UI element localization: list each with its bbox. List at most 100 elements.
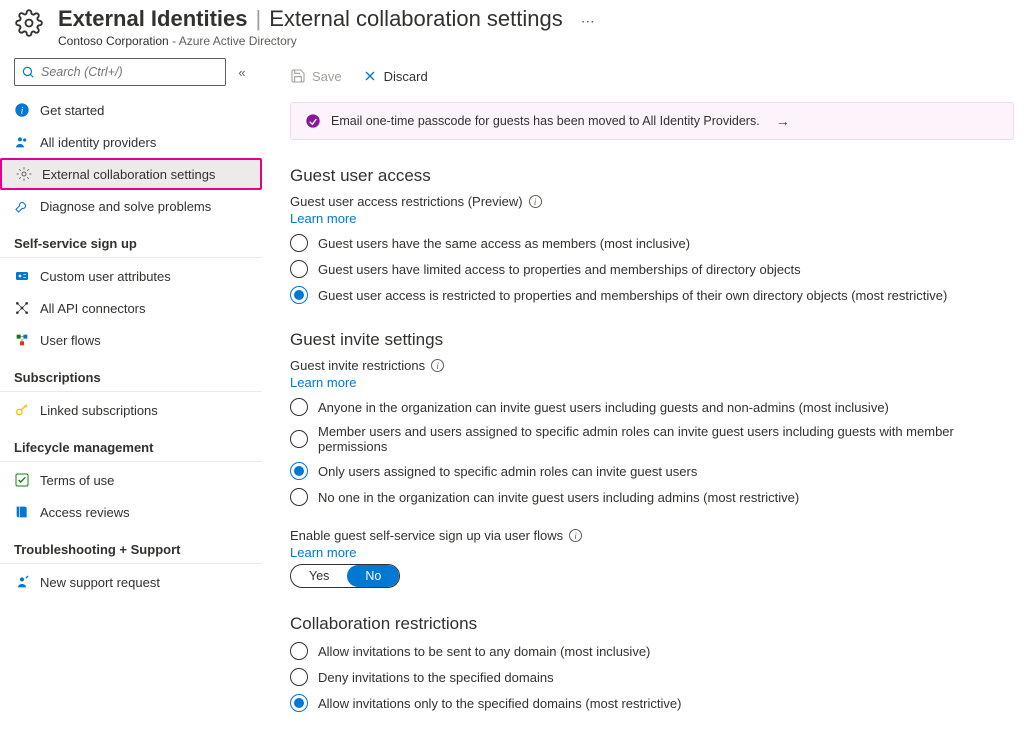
radio-label: Only users assigned to specific admin ro… <box>318 464 697 479</box>
sidebar-item-label: Terms of use <box>40 473 114 488</box>
pin-icon <box>305 113 321 129</box>
radio-label: Anyone in the organization can invite gu… <box>318 400 889 415</box>
radio-icon <box>290 398 308 416</box>
sidebar-item[interactable]: All API connectors <box>0 292 262 324</box>
radio-icon <box>290 462 308 480</box>
sidebar-item-label: External collaboration settings <box>42 167 215 182</box>
discard-button[interactable]: Discard <box>362 68 428 84</box>
banner-text: Email one-time passcode for guests has b… <box>331 114 760 128</box>
save-icon <box>290 68 306 84</box>
sidebar-item-label: Diagnose and solve problems <box>40 199 211 214</box>
info-icon[interactable]: i <box>569 529 582 542</box>
svg-text:i: i <box>21 106 24 116</box>
sidebar-section-header: Subscriptions <box>0 356 262 392</box>
guest-access-option[interactable]: Guest users have limited access to prope… <box>290 260 1014 278</box>
sidebar: « i Get started All identity providers Exte… <box>0 58 262 740</box>
guest-access-option[interactable]: Guest user access is restricted to prope… <box>290 286 1014 304</box>
page-title-sub: External collaboration settings <box>269 6 563 32</box>
key-icon <box>14 402 30 418</box>
info-banner[interactable]: Email one-time passcode for guests has b… <box>290 102 1014 140</box>
guest-invite-field-label: Guest invite restrictions i <box>290 358 1014 373</box>
search-input[interactable] <box>39 64 219 80</box>
sidebar-item[interactable]: Diagnose and solve problems <box>0 190 262 222</box>
toggle-no[interactable]: No <box>347 565 399 587</box>
people-icon <box>14 134 30 150</box>
sidebar-item-label: Linked subscriptions <box>40 403 158 418</box>
collapse-sidebar-icon[interactable]: « <box>232 65 252 80</box>
info-icon[interactable]: i <box>431 359 444 372</box>
collab-option[interactable]: Allow invitations only to the specified … <box>290 694 1014 712</box>
radio-icon <box>290 488 308 506</box>
sidebar-item-label: All API connectors <box>40 301 146 316</box>
radio-icon <box>290 286 308 304</box>
guest-access-option[interactable]: Guest users have the same access as memb… <box>290 234 1014 252</box>
section-guest-invite: Guest invite settings <box>290 330 1014 350</box>
more-actions-icon[interactable]: ⋯ <box>581 13 595 30</box>
learn-more-guest-invite[interactable]: Learn more <box>290 375 356 390</box>
main-content: Save Discard Email one-time passcode for… <box>262 58 1024 740</box>
sidebar-item[interactable]: External collaboration settings <box>0 158 262 190</box>
sidebar-item[interactable]: All identity providers <box>0 126 262 158</box>
radio-icon <box>290 668 308 686</box>
guest-invite-option[interactable]: Member users and users assigned to speci… <box>290 424 1014 454</box>
self-service-label: Enable guest self-service sign up via us… <box>290 528 1014 543</box>
sidebar-item-label: All identity providers <box>40 135 156 150</box>
sidebar-section-header: Troubleshooting + Support <box>0 528 262 564</box>
radio-icon <box>290 430 308 448</box>
learn-more-self-service[interactable]: Learn more <box>290 545 356 560</box>
radio-icon <box>290 234 308 252</box>
page-title-main: External Identities <box>58 6 248 32</box>
sidebar-item[interactable]: i Get started <box>0 94 262 126</box>
save-button[interactable]: Save <box>290 68 342 84</box>
gear-icon <box>14 8 44 38</box>
sidebar-item-label: Get started <box>40 103 104 118</box>
learn-more-guest-access[interactable]: Learn more <box>290 211 356 226</box>
toggle-yes[interactable]: Yes <box>291 565 347 587</box>
radio-icon <box>290 694 308 712</box>
wrench-icon <box>14 198 30 214</box>
collab-option[interactable]: Deny invitations to the specified domain… <box>290 668 1014 686</box>
radio-label: Deny invitations to the specified domain… <box>318 670 554 685</box>
section-collab: Collaboration restrictions <box>290 614 1014 634</box>
sidebar-item-label: User flows <box>40 333 101 348</box>
guest-invite-option[interactable]: Anyone in the organization can invite gu… <box>290 398 1014 416</box>
guest-invite-option[interactable]: Only users assigned to specific admin ro… <box>290 462 1014 480</box>
collab-option[interactable]: Allow invitations to be sent to any doma… <box>290 642 1014 660</box>
sidebar-section-header: Lifecycle management <box>0 426 262 462</box>
api-icon <box>14 300 30 316</box>
sidebar-item[interactable]: Access reviews <box>0 496 262 528</box>
flow-icon <box>14 332 30 348</box>
radio-label: Guest user access is restricted to prope… <box>318 288 947 303</box>
radio-label: Guest users have limited access to prope… <box>318 262 801 277</box>
sidebar-item[interactable]: Custom user attributes <box>0 260 262 292</box>
sidebar-item-label: Custom user attributes <box>40 269 171 284</box>
title-separator: | <box>256 6 262 32</box>
radio-label: Allow invitations to be sent to any doma… <box>318 644 650 659</box>
sidebar-item-label: New support request <box>40 575 160 590</box>
check-icon <box>14 472 30 488</box>
breadcrumb-service: Azure Active Directory <box>179 34 297 48</box>
sidebar-item[interactable]: Terms of use <box>0 464 262 496</box>
page-header: External Identities | External collabora… <box>0 0 1024 58</box>
guest-invite-option[interactable]: No one in the organization can invite gu… <box>290 488 1014 506</box>
support-icon <box>14 574 30 590</box>
close-icon <box>362 68 378 84</box>
search-icon <box>21 65 35 79</box>
id-icon <box>14 268 30 284</box>
search-box[interactable] <box>14 58 226 86</box>
self-service-toggle[interactable]: Yes No <box>290 564 400 588</box>
radio-icon <box>290 642 308 660</box>
book-icon <box>14 504 30 520</box>
sidebar-item[interactable]: Linked subscriptions <box>0 394 262 426</box>
radio-label: No one in the organization can invite gu… <box>318 490 799 505</box>
radio-label: Member users and users assigned to speci… <box>318 424 1014 454</box>
sidebar-item[interactable]: User flows <box>0 324 262 356</box>
info-icon[interactable]: i <box>529 195 542 208</box>
save-label: Save <box>312 69 342 84</box>
discard-label: Discard <box>384 69 428 84</box>
radio-label: Allow invitations only to the specified … <box>318 696 681 711</box>
gear-icon <box>16 166 32 182</box>
radio-icon <box>290 260 308 278</box>
sidebar-section-header: Self-service sign up <box>0 222 262 258</box>
sidebar-item[interactable]: New support request <box>0 566 262 598</box>
